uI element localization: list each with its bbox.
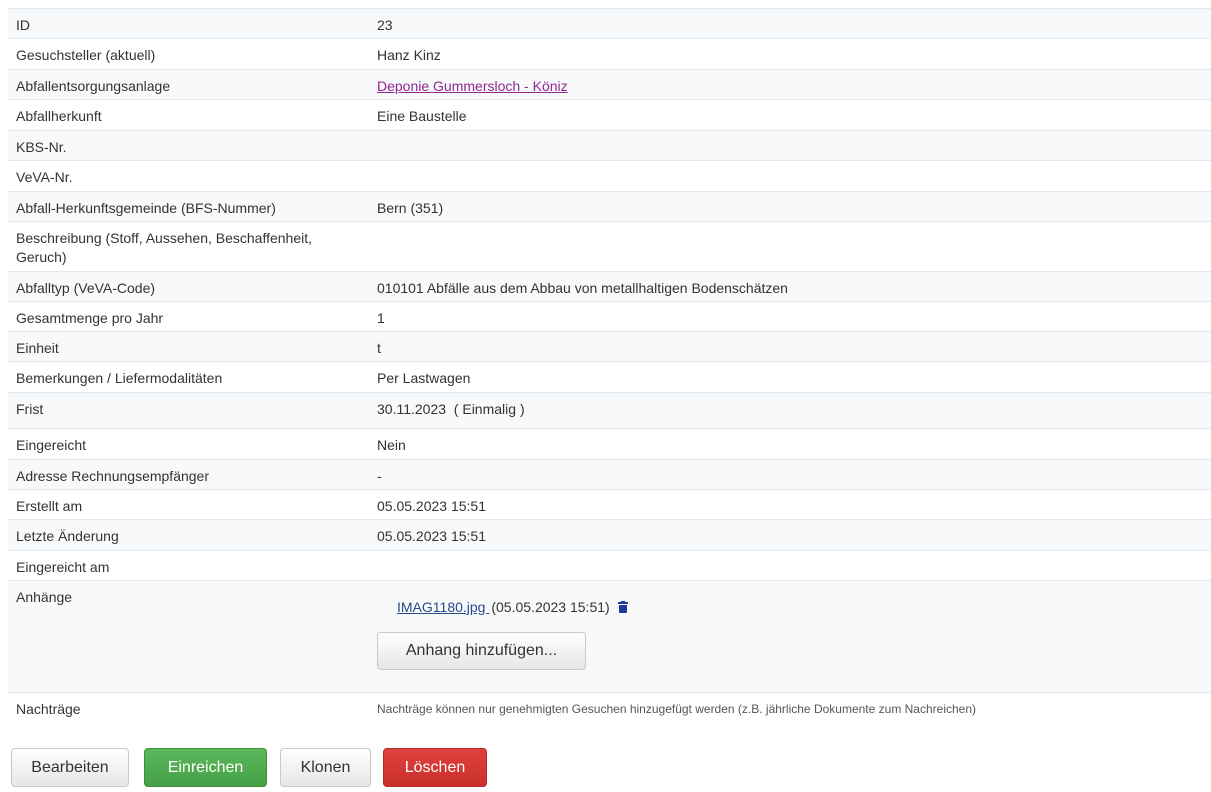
row-label: VeVA-Nr. [8, 160, 369, 192]
table-row: Nachträge Nachträge können nur genehmigt… [8, 692, 1211, 725]
table-row: Abfall-Herkunftsgemeinde (BFS-Nummer) Be… [8, 191, 1211, 222]
row-label: Gesamtmenge pro Jahr [8, 301, 369, 332]
table-row: Eingereicht am [8, 550, 1211, 581]
id-value: 23 [369, 8, 1211, 39]
remarks-value: Per Lastwagen [369, 361, 1211, 393]
row-label: KBS-Nr. [8, 130, 369, 161]
waste-type-value: 010101 Abfälle aus dem Abbau von metallh… [369, 271, 1211, 302]
municipality-value: Bern (351) [369, 191, 1211, 222]
details-table: ID 23 Gesuchsteller (aktuell) Hanz Kinz … [8, 8, 1211, 725]
table-row: Einheit t [8, 331, 1211, 362]
table-row: Frist 30.11.2023 ( Einmalig ) [8, 392, 1211, 429]
row-label: Anhänge [8, 580, 369, 693]
submit-button[interactable]: Einreichen [144, 748, 267, 787]
row-label: Beschreibung (Stoff, Aussehen, Beschaffe… [8, 221, 369, 272]
created-value: 05.05.2023 15:51 [369, 489, 1211, 520]
applicant-value: Hanz Kinz [369, 38, 1211, 70]
table-row: Anhänge IMAG1180.jpg (05.05.2023 15:51) … [8, 580, 1211, 693]
kbs-value [369, 130, 1211, 161]
description-value [369, 221, 1211, 272]
add-attachment-button[interactable]: Anhang hinzufügen... [377, 632, 586, 670]
table-row: Letzte Änderung 05.05.2023 15:51 [8, 519, 1211, 551]
page: ID 23 Gesuchsteller (aktuell) Hanz Kinz … [0, 0, 1211, 792]
table-row: Eingereicht Nein [8, 428, 1211, 460]
row-label: Eingereicht am [8, 550, 369, 581]
veva-value [369, 160, 1211, 192]
row-label: Abfallherkunft [8, 99, 369, 131]
table-row: Erstellt am 05.05.2023 15:51 [8, 489, 1211, 520]
row-label: Einheit [8, 331, 369, 362]
attachment-item: IMAG1180.jpg (05.05.2023 15:51) [397, 597, 1203, 617]
table-row: ID 23 [8, 8, 1211, 39]
clone-button[interactable]: Klonen [280, 748, 371, 787]
attachment-date: (05.05.2023 15:51) [491, 598, 610, 615]
delete-button[interactable]: Löschen [383, 748, 487, 787]
table-row: Gesuchsteller (aktuell) Hanz Kinz [8, 38, 1211, 70]
amount-value: 1 [369, 301, 1211, 332]
edit-button[interactable]: Bearbeiten [11, 748, 129, 787]
trash-icon[interactable] [617, 601, 628, 613]
table-row: Abfallherkunft Eine Baustelle [8, 99, 1211, 131]
row-label: Letzte Änderung [8, 519, 369, 551]
attachments-cell: IMAG1180.jpg (05.05.2023 15:51) Anhang h… [369, 580, 1211, 693]
row-label: Erstellt am [8, 489, 369, 520]
table-row: KBS-Nr. [8, 130, 1211, 161]
row-label: Abfalltyp (VeVA-Code) [8, 271, 369, 302]
billing-address-value: - [369, 459, 1211, 490]
row-label: Nachträge [8, 692, 369, 725]
row-label: Abfall-Herkunftsgemeinde (BFS-Nummer) [8, 191, 369, 222]
row-label: Adresse Rechnungsempfänger [8, 459, 369, 490]
facility-cell: Deponie Gummersloch - Köniz [369, 69, 1211, 100]
supplements-note: Nachträge können nur genehmigten Gesuche… [369, 692, 1211, 725]
unit-value: t [369, 331, 1211, 362]
row-label: Eingereicht [8, 428, 369, 460]
submitted-value: Nein [369, 428, 1211, 460]
row-label: ID [8, 8, 369, 39]
facility-link[interactable]: Deponie Gummersloch - Köniz [377, 78, 568, 94]
table-row: VeVA-Nr. [8, 160, 1211, 192]
table-row: Beschreibung (Stoff, Aussehen, Beschaffe… [8, 221, 1211, 272]
table-row: Abfallentsorgungsanlage Deponie Gummersl… [8, 69, 1211, 100]
modified-value: 05.05.2023 15:51 [369, 519, 1211, 551]
row-label: Gesuchsteller (aktuell) [8, 38, 369, 70]
attachment-link[interactable]: IMAG1180.jpg [397, 598, 489, 617]
row-label: Bemerkungen / Liefermodalitäten [8, 361, 369, 393]
deadline-value: 30.11.2023 ( Einmalig ) [369, 392, 1211, 429]
origin-value: Eine Baustelle [369, 99, 1211, 131]
table-row: Adresse Rechnungsempfänger - [8, 459, 1211, 490]
submitted-at-value [369, 550, 1211, 581]
row-label: Abfallentsorgungsanlage [8, 69, 369, 100]
table-row: Bemerkungen / Liefermodalitäten Per Last… [8, 361, 1211, 393]
table-row: Gesamtmenge pro Jahr 1 [8, 301, 1211, 332]
row-label: Frist [8, 392, 369, 429]
table-row: Abfalltyp (VeVA-Code) 010101 Abfälle aus… [8, 271, 1211, 302]
